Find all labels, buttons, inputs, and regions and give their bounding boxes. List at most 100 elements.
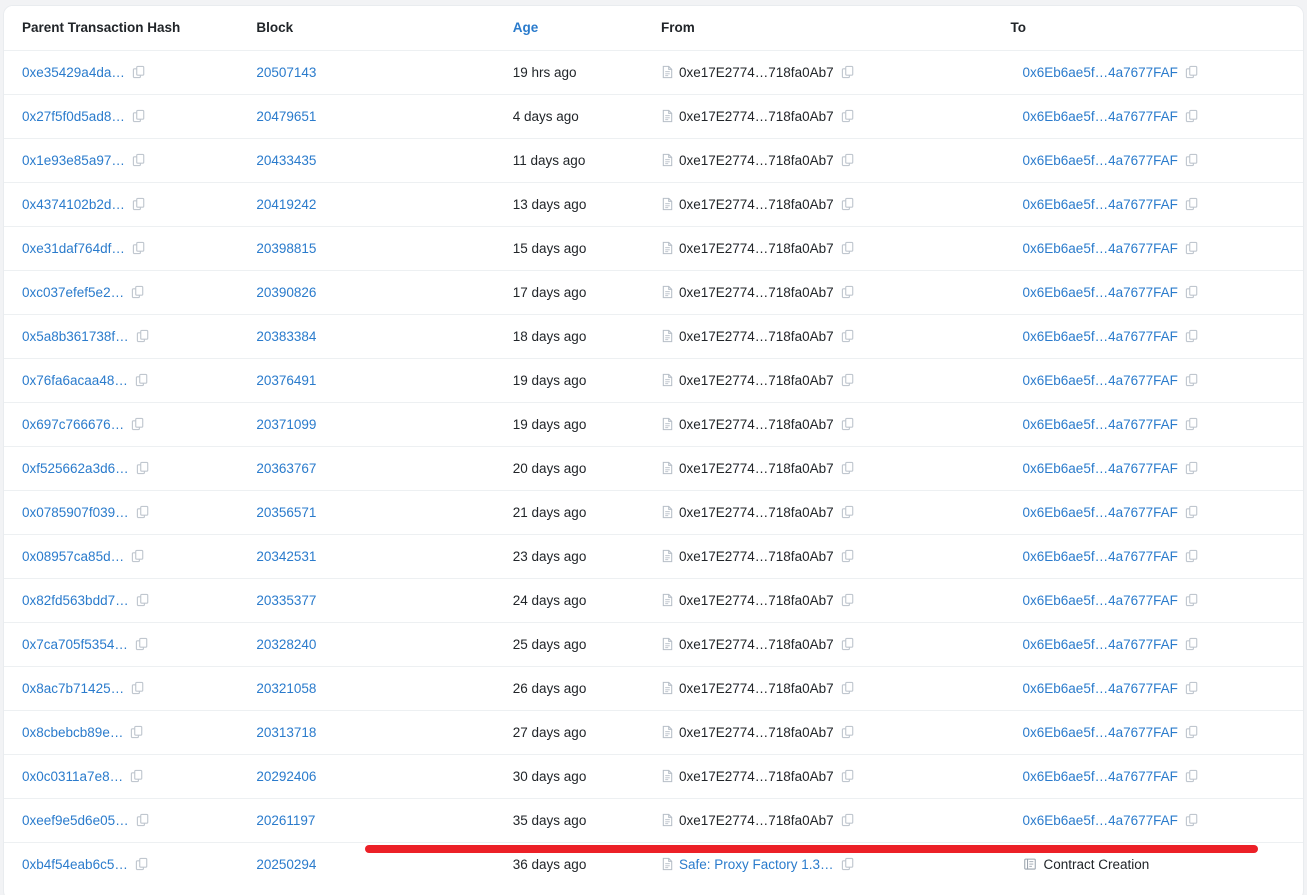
copy-icon[interactable] (1185, 637, 1199, 651)
copy-icon[interactable] (136, 329, 150, 343)
copy-icon[interactable] (132, 153, 146, 167)
to-address[interactable]: 0x6Eb6ae5f…4a7677FAF (1023, 681, 1178, 696)
copy-icon[interactable] (841, 857, 855, 871)
to-address[interactable]: 0x6Eb6ae5f…4a7677FAF (1023, 417, 1178, 432)
transaction-hash-link[interactable]: 0xf525662a3d6… (22, 461, 129, 476)
copy-icon[interactable] (1185, 329, 1199, 343)
copy-icon[interactable] (131, 549, 145, 563)
transaction-hash-link[interactable]: 0x76fa6acaa48… (22, 373, 128, 388)
copy-icon[interactable] (841, 153, 855, 167)
copy-icon[interactable] (841, 197, 855, 211)
transaction-hash-link[interactable]: 0xe35429a4da… (22, 65, 125, 80)
block-number-link[interactable]: 20328240 (256, 637, 316, 652)
column-header-parent-transaction-hash[interactable]: Parent Transaction Hash (4, 6, 253, 51)
to-address[interactable]: 0x6Eb6ae5f…4a7677FAF (1023, 505, 1178, 520)
block-number-link[interactable]: 20342531 (256, 549, 316, 564)
copy-icon[interactable] (132, 65, 146, 79)
copy-icon[interactable] (1185, 417, 1199, 431)
copy-icon[interactable] (1185, 549, 1199, 563)
transaction-hash-link[interactable]: 0xb4f54eab6c5… (22, 857, 128, 872)
copy-icon[interactable] (841, 725, 855, 739)
transaction-hash-link[interactable]: 0x08957ca85d… (22, 549, 124, 564)
transaction-hash-link[interactable]: 0x0785907f039… (22, 505, 129, 520)
copy-icon[interactable] (841, 417, 855, 431)
to-address[interactable]: 0x6Eb6ae5f…4a7677FAF (1023, 329, 1178, 344)
transaction-hash-link[interactable]: 0x82fd563bdd7… (22, 593, 129, 608)
block-number-link[interactable]: 20419242 (256, 197, 316, 212)
copy-icon[interactable] (132, 241, 146, 255)
transaction-hash-link[interactable]: 0x697c766676… (22, 417, 124, 432)
copy-icon[interactable] (1185, 109, 1199, 123)
copy-icon[interactable] (841, 373, 855, 387)
block-number-link[interactable]: 20433435 (256, 153, 316, 168)
copy-icon[interactable] (841, 241, 855, 255)
copy-icon[interactable] (131, 417, 145, 431)
to-address[interactable]: 0x6Eb6ae5f…4a7677FAF (1023, 461, 1178, 476)
copy-icon[interactable] (1185, 593, 1199, 607)
transaction-hash-link[interactable]: 0x27f5f0d5ad8… (22, 109, 125, 124)
transaction-hash-link[interactable]: 0xeef9e5d6e05… (22, 813, 129, 828)
copy-icon[interactable] (136, 813, 150, 827)
block-number-link[interactable]: 20398815 (256, 241, 316, 256)
block-number-link[interactable]: 20313718 (256, 725, 316, 740)
to-address[interactable]: 0x6Eb6ae5f…4a7677FAF (1023, 241, 1178, 256)
copy-icon[interactable] (1185, 285, 1199, 299)
copy-icon[interactable] (841, 461, 855, 475)
block-number-link[interactable]: 20321058 (256, 681, 316, 696)
transaction-hash-link[interactable]: 0x7ca705f5354… (22, 637, 128, 652)
copy-icon[interactable] (136, 593, 150, 607)
block-number-link[interactable]: 20383384 (256, 329, 316, 344)
copy-icon[interactable] (135, 373, 149, 387)
copy-icon[interactable] (1185, 153, 1199, 167)
to-address[interactable]: 0x6Eb6ae5f…4a7677FAF (1023, 593, 1178, 608)
block-number-link[interactable]: 20261197 (256, 813, 315, 828)
to-address[interactable]: 0x6Eb6ae5f…4a7677FAF (1023, 549, 1178, 564)
copy-icon[interactable] (1185, 769, 1199, 783)
copy-icon[interactable] (841, 329, 855, 343)
to-address[interactable]: 0x6Eb6ae5f…4a7677FAF (1023, 373, 1178, 388)
copy-icon[interactable] (841, 681, 855, 695)
copy-icon[interactable] (132, 109, 146, 123)
copy-icon[interactable] (1185, 813, 1199, 827)
from-address[interactable]: Safe: Proxy Factory 1.3… (679, 857, 834, 872)
column-header-amount[interactable]: Amount (1301, 6, 1303, 51)
copy-icon[interactable] (1185, 505, 1199, 519)
transaction-hash-link[interactable]: 0xc037efef5e2… (22, 285, 124, 300)
copy-icon[interactable] (841, 505, 855, 519)
copy-icon[interactable] (841, 637, 855, 651)
column-header-age[interactable]: Age (510, 6, 647, 51)
copy-icon[interactable] (841, 769, 855, 783)
copy-icon[interactable] (1185, 681, 1199, 695)
block-number-link[interactable]: 20376491 (256, 373, 316, 388)
copy-icon[interactable] (1185, 373, 1199, 387)
copy-icon[interactable] (1185, 461, 1199, 475)
transaction-hash-link[interactable]: 0x8ac7b71425… (22, 681, 124, 696)
copy-icon[interactable] (131, 285, 145, 299)
copy-icon[interactable] (130, 725, 144, 739)
to-address[interactable]: 0x6Eb6ae5f…4a7677FAF (1023, 153, 1178, 168)
transaction-hash-link[interactable]: 0x8cbebcb89e… (22, 725, 123, 740)
block-number-link[interactable]: 20335377 (256, 593, 316, 608)
copy-icon[interactable] (135, 857, 149, 871)
transaction-hash-link[interactable]: 0x5a8b361738f… (22, 329, 129, 344)
transaction-hash-link[interactable]: 0x0c0311a7e8… (22, 769, 123, 784)
copy-icon[interactable] (1185, 197, 1199, 211)
column-header-from[interactable]: From (646, 6, 1011, 51)
to-address[interactable]: 0x6Eb6ae5f…4a7677FAF (1023, 725, 1178, 740)
transaction-hash-link[interactable]: 0x4374102b2d… (22, 197, 125, 212)
block-number-link[interactable]: 20390826 (256, 285, 316, 300)
to-address[interactable]: 0x6Eb6ae5f…4a7677FAF (1023, 65, 1178, 80)
block-number-link[interactable]: 20371099 (256, 417, 316, 432)
copy-icon[interactable] (136, 461, 150, 475)
block-number-link[interactable]: 20479651 (256, 109, 316, 124)
to-address[interactable]: 0x6Eb6ae5f…4a7677FAF (1023, 197, 1178, 212)
to-address[interactable]: 0x6Eb6ae5f…4a7677FAF (1023, 769, 1178, 784)
copy-icon[interactable] (1185, 65, 1199, 79)
block-number-link[interactable]: 20356571 (256, 505, 316, 520)
copy-icon[interactable] (841, 593, 855, 607)
copy-icon[interactable] (1185, 725, 1199, 739)
block-number-link[interactable]: 20507143 (256, 65, 316, 80)
copy-icon[interactable] (1185, 241, 1199, 255)
to-address[interactable]: 0x6Eb6ae5f…4a7677FAF (1023, 285, 1178, 300)
transaction-hash-link[interactable]: 0x1e93e85a97… (22, 153, 125, 168)
